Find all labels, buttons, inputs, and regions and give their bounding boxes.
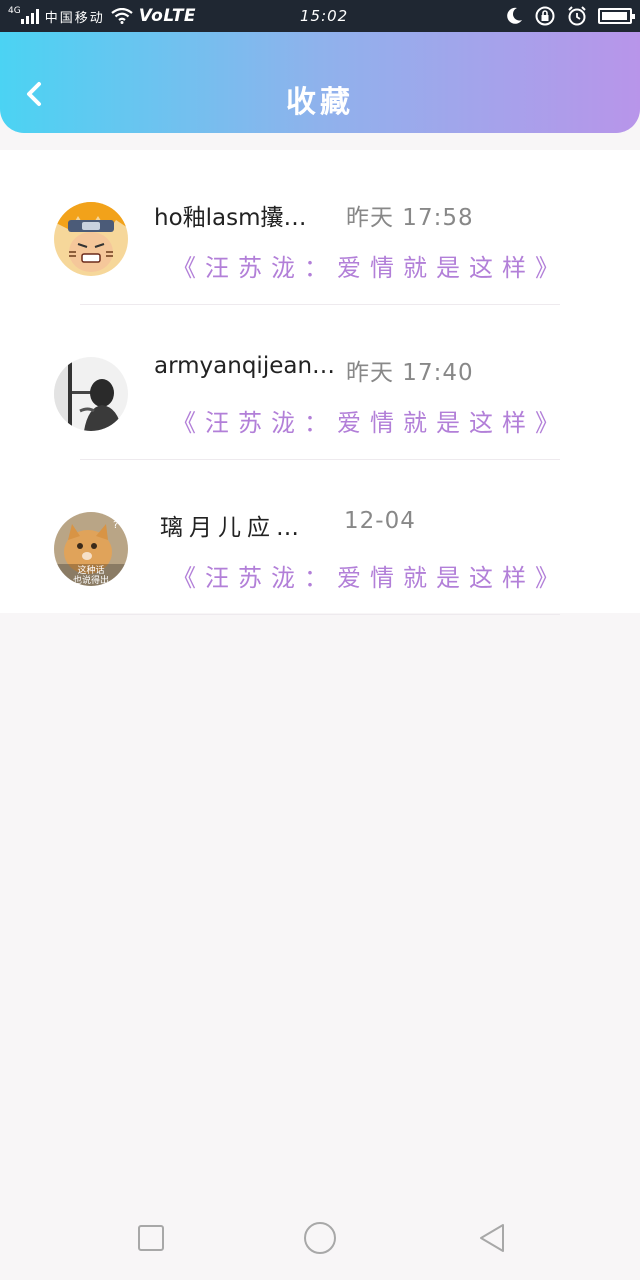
alarm-icon [568, 6, 586, 26]
header-bar: 收藏 [0, 32, 640, 133]
status-bar: 4G 中国移动 VoLTE 15:02 [0, 0, 640, 32]
favorites-list: ho釉lasm攮… 昨天 17:58 《汪苏泷：爱情就是这样》 armyanqi… [0, 150, 640, 615]
avatar-image [54, 202, 128, 276]
favorite-time: 12-04 [344, 508, 416, 534]
battery-icon [598, 8, 635, 24]
avatar [54, 202, 128, 276]
favorite-username: ho釉lasm攮… [154, 205, 307, 231]
list-item[interactable]: ho釉lasm攮… 昨天 17:58 《汪苏泷：爱情就是这样》 [0, 150, 640, 305]
nav-back-button[interactable] [472, 1218, 512, 1258]
favorite-time: 昨天 17:58 [346, 205, 474, 231]
favorite-username: 璃月儿应… [160, 515, 305, 541]
status-left: 4G 中国移动 VoLTE [8, 0, 196, 32]
favorite-song-title[interactable]: 《汪苏泷：爱情就是这样》 [172, 403, 568, 438]
page-title: 收藏 [286, 85, 354, 120]
triangle-back-icon [480, 1224, 504, 1252]
moon-icon [507, 7, 522, 24]
avatar-caption-line2: 也说得出 [73, 574, 109, 586]
avatar: ? 这种话 也说得出 [54, 512, 128, 586]
circle-icon [304, 1222, 336, 1254]
wifi-icon [111, 8, 133, 24]
favorite-time: 昨天 17:40 [346, 360, 474, 386]
status-time: 15:02 [300, 7, 349, 25]
rotation-lock-icon [535, 6, 555, 26]
volte-label: VoLTE [138, 6, 197, 26]
system-nav-bar [0, 1200, 640, 1280]
signal-icon [20, 8, 39, 24]
battery-level [602, 12, 627, 20]
favorite-song-title[interactable]: 《汪苏泷：爱情就是这样》 [172, 558, 568, 593]
avatar [54, 357, 128, 431]
question-mark-icon: ? [113, 520, 118, 531]
avatar-image [54, 357, 128, 431]
network-type-label: 4G [8, 6, 21, 16]
square-icon [138, 1225, 164, 1251]
divider [80, 614, 560, 615]
home-button[interactable] [300, 1218, 340, 1258]
favorite-song-title[interactable]: 《汪苏泷：爱情就是这样》 [172, 248, 568, 283]
avatar-caption-line1: 这种话 [77, 564, 104, 576]
status-right [504, 0, 635, 32]
avatar-image: ? 这种话 也说得出 [54, 512, 128, 586]
list-item[interactable]: ? 这种话 也说得出 璃月儿应… 12-04 《汪苏泷：爱情就是这样》 [0, 460, 640, 615]
favorite-username: armyanqijean… [154, 353, 336, 379]
recents-button[interactable] [131, 1218, 171, 1258]
carrier-label: 中国移动 [44, 10, 105, 26]
list-item[interactable]: armyanqijean… 昨天 17:40 《汪苏泷：爱情就是这样》 [0, 305, 640, 460]
